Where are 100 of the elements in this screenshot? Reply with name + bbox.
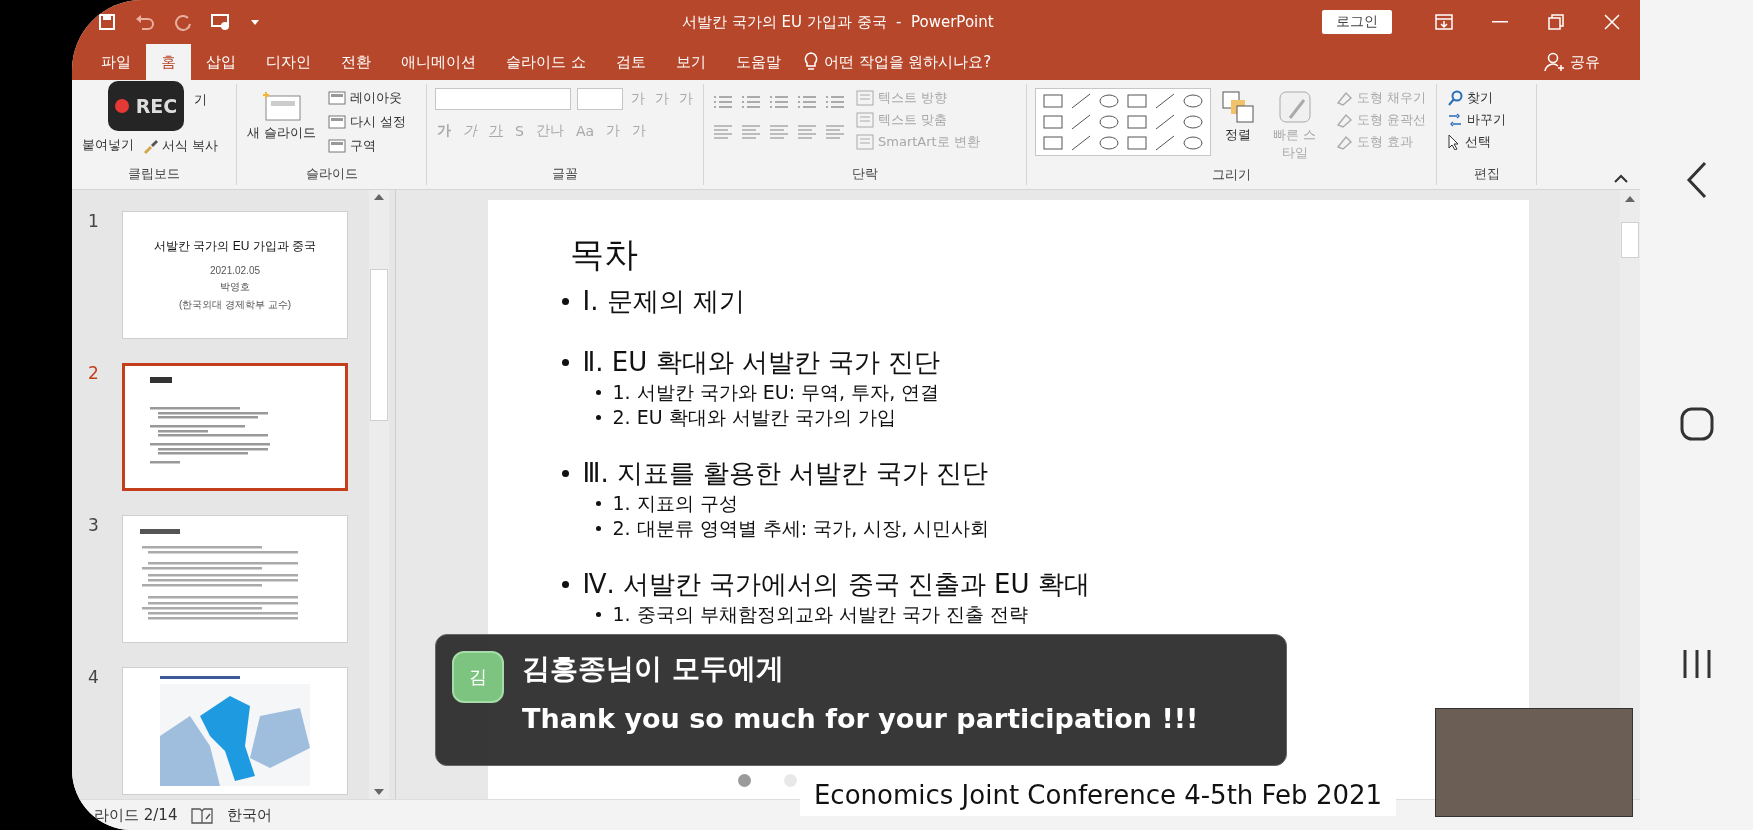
chat-message: Thank you so much for your participation !!! (522, 703, 1199, 734)
shape-icon (1182, 113, 1204, 131)
line-spacing-icon (824, 94, 846, 110)
ribbon-tab[interactable]: 슬라이드 쇼 (491, 44, 601, 80)
login-button[interactable]: 로그인 (1322, 10, 1392, 34)
shape-icon (1042, 92, 1064, 110)
scroll-up-icon (1625, 196, 1635, 202)
slide-command[interactable]: 구역 (326, 136, 409, 156)
bullet-icon (595, 390, 601, 395)
language-label[interactable]: 한국어 (227, 805, 273, 825)
slide-number: 4 (88, 667, 100, 689)
text-layout-icon (856, 134, 874, 150)
indent-increase-icon (796, 94, 818, 110)
outline-item: Ⅲ. 지표를 활용한 서발칸 국가 진단 (582, 457, 988, 490)
avatar: 김 (452, 651, 504, 703)
layout-icon (328, 91, 347, 105)
ribbon-tab[interactable]: 전환 (326, 44, 386, 80)
new-slide-icon (261, 90, 302, 122)
bullets-icon (712, 94, 734, 110)
bullet-icon (561, 298, 569, 305)
ribbon-tab[interactable]: 디자인 (251, 44, 326, 80)
outline-item: Ⅱ. EU 확대와 서발칸 국가 진단 (582, 346, 941, 379)
cut-button[interactable]: 기 (192, 90, 221, 110)
shapes-gallery[interactable] (1035, 88, 1211, 156)
shape-icon (1154, 113, 1176, 131)
bullet-icon (595, 501, 601, 506)
record-dot-icon (114, 99, 129, 113)
bullet-icon (595, 415, 601, 420)
shape-icon (1098, 134, 1120, 152)
shape-icon (1126, 92, 1148, 110)
slide-number: 2 (88, 363, 100, 385)
bullet-icon (561, 359, 569, 366)
slide-thumbnail[interactable] (122, 363, 348, 491)
replace-icon (1447, 112, 1463, 128)
minimize-icon (1492, 21, 1508, 23)
format-painter-button[interactable]: 서식 복사 (140, 136, 221, 156)
shape-icon (1154, 134, 1176, 152)
recording-label: REC (135, 95, 178, 117)
scroll-down-icon (374, 789, 384, 795)
scrollbar-thumb[interactable] (1621, 222, 1639, 258)
ribbon-tab[interactable]: 삽입 (191, 44, 251, 80)
slide-command[interactable]: 레이아웃 (326, 88, 409, 108)
group-label: 단락 (851, 165, 879, 183)
slide-number: 1 (88, 211, 100, 233)
slideshow-icon (210, 13, 232, 31)
paint-icon (1334, 112, 1353, 128)
group-label: 클립보드 (127, 165, 181, 183)
editing-command[interactable]: 선택 (1445, 132, 1508, 152)
window-title: 서발칸 국가의 EU 가입과 중국 - PowerPoint (682, 12, 995, 32)
redo-icon (174, 13, 192, 31)
text-layout-icon (856, 90, 874, 106)
slide-number: 3 (88, 515, 100, 537)
caret-icon (250, 18, 260, 26)
paste-button[interactable]: 붙여넣기 (80, 134, 136, 156)
editing-command[interactable]: 찾기 (1445, 88, 1508, 108)
outline-item: Ⅰ. 문제의 제기 (582, 285, 745, 318)
slide-title: 목차 (569, 233, 639, 276)
shape-icon (1070, 92, 1092, 110)
ribbon-tab[interactable]: 보기 (660, 44, 721, 80)
font-size-field[interactable] (577, 88, 623, 110)
editing-command[interactable]: 바꾸기 (1445, 110, 1508, 130)
scrollbar-thumb[interactable] (370, 268, 388, 421)
undo-icon (134, 13, 156, 31)
font-name-field[interactable] (435, 88, 572, 110)
shape-icon (1098, 92, 1120, 110)
ribbon-tab[interactable]: 파일 (86, 44, 146, 80)
save-icon (98, 13, 116, 31)
slide-command[interactable]: 다시 설정 (326, 112, 409, 132)
ribbon-tab[interactable]: 도움말 (720, 44, 796, 80)
new-slide-button[interactable]: 새 슬라이드 (245, 88, 319, 163)
shape-icon (1126, 113, 1148, 131)
ribbon-tab[interactable]: 홈 (146, 44, 191, 80)
tell-me-field[interactable]: 어떤 작업을 원하시나요? (823, 52, 992, 72)
paint-icon (1334, 134, 1353, 150)
bullet-icon (595, 526, 601, 531)
layout-icon (328, 139, 347, 153)
slide-counter: 라이드 2/14 (94, 805, 178, 825)
bullet-icon (561, 470, 569, 477)
thumbnail-affiliation: (한국외대 경제학부 교수) (178, 298, 292, 312)
ribbon-tab[interactable]: 애니메이션 (386, 44, 491, 80)
justify-icon (796, 124, 818, 140)
brush-icon (142, 138, 158, 154)
slide-thumbnail[interactable]: 서발칸 국가의 EU 가입과 중국 2021.02.05 박영호 (한국외대 경제학부 교수) (122, 211, 348, 339)
restore-icon (1548, 14, 1564, 30)
close-icon (1604, 14, 1620, 30)
paint-icon (1334, 90, 1353, 106)
outline-subitem: 2. EU 확대와 서발칸 국가의 가입 (612, 405, 896, 430)
ribbon-tab[interactable]: 검토 (600, 44, 661, 80)
align-left-icon (712, 124, 734, 140)
scroll-up-icon (374, 194, 384, 200)
outline-subitem: 2. 대분류 영역별 추세: 국가, 시장, 시민사회 (612, 516, 990, 541)
thumbnail-title: 서발칸 국가의 EU 가입과 중국 (154, 238, 316, 255)
shape-icon (1126, 134, 1148, 152)
arrange-button[interactable]: 정렬 (1219, 88, 1257, 164)
shape-icon (1182, 134, 1204, 152)
back-icon (1684, 160, 1709, 200)
shape-icon (1042, 134, 1064, 152)
align-center-icon (740, 124, 762, 140)
share-button[interactable]: 공유 (1538, 44, 1606, 80)
numbering-icon (740, 94, 762, 110)
